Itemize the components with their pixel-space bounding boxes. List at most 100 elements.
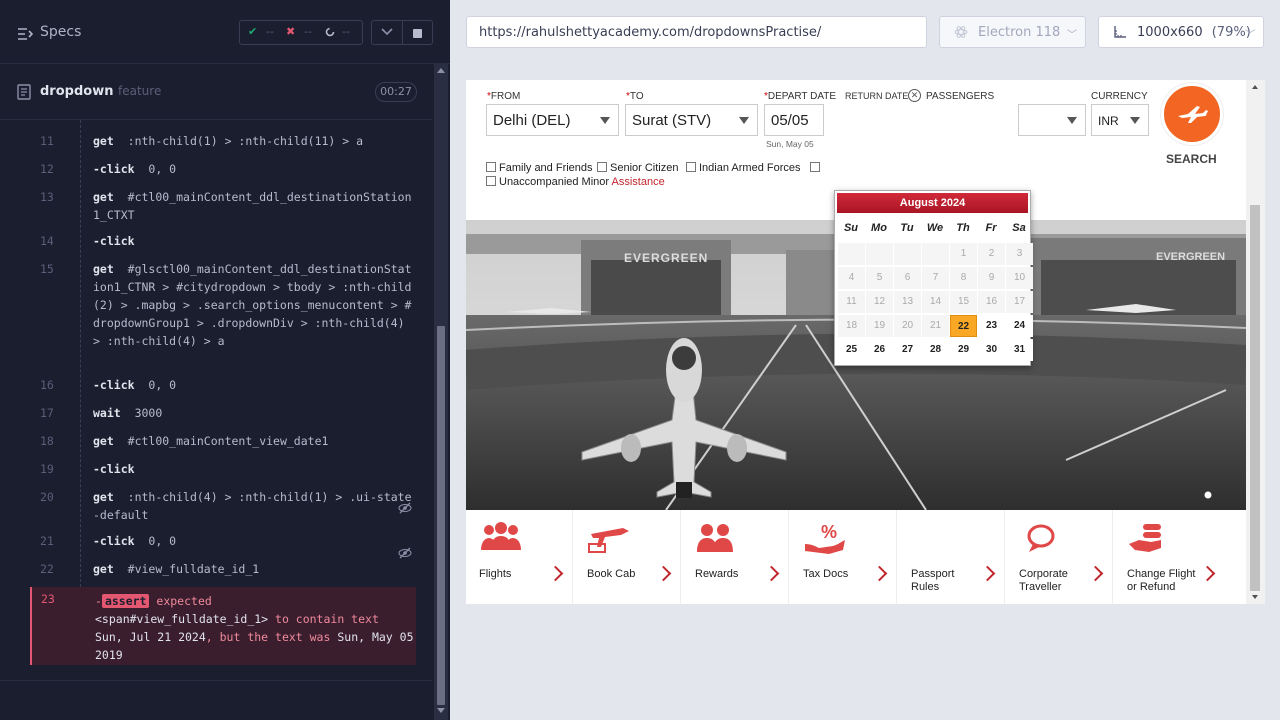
day-cell[interactable]: 31 — [1006, 339, 1033, 361]
service-corporate-traveller[interactable]: Corporate Traveller — [1006, 510, 1113, 604]
service-label: Corporate Traveller — [1019, 568, 1068, 593]
service-passport-rules[interactable]: Passport Rules — [898, 510, 1005, 604]
test-feature: feature — [118, 84, 162, 98]
scroll-up-arrow[interactable] — [437, 68, 445, 73]
command-row-failed-assert[interactable]: 23 - assert expected <span#view_fulldate_i… — [30, 587, 416, 665]
command-number: 17 — [40, 406, 54, 420]
runner-footer — [0, 680, 432, 720]
checkbox-family-friends[interactable]: Family and Friends — [486, 162, 593, 174]
stop-button[interactable] — [403, 20, 433, 45]
day-cell[interactable]: 27 — [894, 339, 921, 361]
checkbox-armed-forces[interactable]: Indian Armed Forces — [686, 162, 801, 174]
day-cell[interactable]: 28 — [922, 339, 949, 361]
toggle-auto-scroll-button[interactable] — [371, 20, 403, 45]
day-cell[interactable]: 29 — [950, 339, 977, 361]
empty-day-cell — [838, 243, 865, 265]
search-button[interactable] — [1161, 83, 1223, 145]
chevron-down-icon — [739, 117, 749, 124]
checkbox-box[interactable] — [810, 162, 820, 172]
currency-label: CURRENCY — [1091, 91, 1148, 102]
page-scroll-down-arrow[interactable] — [1252, 595, 1258, 599]
command-log-rail — [80, 120, 81, 587]
command-log-scroll-thumb[interactable] — [437, 326, 445, 705]
command-number: 18 — [40, 434, 54, 448]
depart-date-input[interactable]: 05/05 — [764, 104, 824, 136]
day-cell-disabled: 10 — [1006, 267, 1033, 289]
command-text: -click 0, 0 — [93, 378, 177, 392]
day-cell-disabled: 11 — [838, 291, 865, 313]
page-scroll-thumb[interactable] — [1250, 205, 1260, 591]
app-iframe: *FROM *TO *DEPART DATE RETURN DATE ✕ PAS… — [466, 80, 1265, 604]
chevron-down-icon — [600, 117, 610, 124]
weekday-header: Th — [956, 222, 970, 234]
aut-panel: https://rahulshettyacademy.com/dropdowns… — [450, 0, 1280, 720]
day-cell-disabled: 8 — [950, 267, 977, 289]
empty-day-cell — [894, 243, 921, 265]
pending-icon — [325, 25, 335, 40]
services-strip: Flights Book Cab Rewards % Tax Docs Pass… — [466, 510, 1246, 604]
service-flights[interactable]: Flights — [466, 510, 573, 604]
command-text: get #ctl00_mainContent_view_date1 — [93, 434, 329, 448]
test-title: dropdown feature — [40, 84, 162, 99]
depart-date-subtext: Sun, May 05 — [766, 139, 814, 149]
specs-menu-icon[interactable] — [17, 26, 34, 45]
specs-label[interactable]: Specs — [40, 24, 81, 40]
checkbox-box[interactable] — [597, 162, 607, 172]
return-date-label: RETURN DATE — [845, 91, 909, 101]
checkbox-unaccompanied-minor[interactable]: Unaccompanied Minor Assistance — [486, 176, 665, 188]
failed-count: -- — [304, 25, 312, 38]
service-tax-docs[interactable]: % Tax Docs — [790, 510, 897, 604]
url-bar[interactable]: https://rahulshettyacademy.com/dropdowns… — [466, 16, 927, 48]
checkbox-box[interactable] — [686, 162, 696, 172]
day-cell-disabled: 3 — [1006, 243, 1033, 265]
browser-selector[interactable]: Electron 118 ﹀ — [939, 16, 1086, 48]
day-cell-disabled: 9 — [978, 267, 1005, 289]
browser-name: Electron 118 — [978, 25, 1061, 40]
checkbox-senior-citizen[interactable]: Senior Citizen — [597, 162, 678, 174]
service-rewards[interactable]: Rewards — [682, 510, 789, 604]
electron-icon — [954, 25, 968, 43]
checkbox-box[interactable] — [486, 176, 496, 186]
passengers-dropdown[interactable] — [1018, 104, 1086, 136]
command-text: get :nth-child(1) > :nth-child(11) > a — [93, 134, 364, 148]
day-cell[interactable]: 24 — [1006, 315, 1033, 337]
day-cell[interactable]: 26 — [866, 339, 893, 361]
chevron-right-icon — [1199, 565, 1216, 582]
service-book-cab[interactable]: Book Cab — [574, 510, 681, 604]
day-cell[interactable]: 30 — [978, 339, 1005, 361]
from-dropdown[interactable]: Delhi (DEL) — [486, 104, 619, 136]
day-cell-disabled: 5 — [866, 267, 893, 289]
service-label: Flights — [479, 568, 512, 580]
viewport-selector[interactable]: 1000x660 (79%) ﹀ — [1098, 16, 1264, 48]
chevron-right-icon — [979, 565, 996, 582]
passed-icon: ✔ — [248, 25, 258, 38]
spec-header: Specs ✔ -- ✖ -- -- — [0, 0, 450, 64]
day-cell-disabled: 14 — [922, 291, 949, 313]
close-return-date-icon[interactable]: ✕ — [908, 89, 921, 102]
day-cell-selected[interactable]: 22 — [950, 315, 977, 337]
svg-text:%: % — [821, 522, 837, 542]
to-dropdown[interactable]: Surat (STV) — [625, 104, 758, 136]
service-change-flight[interactable]: Change Flight or Refund — [1114, 510, 1221, 604]
checkbox-box[interactable] — [486, 162, 496, 172]
weekday-header: Fr — [985, 222, 997, 234]
command-number: 13 — [40, 190, 54, 204]
datepicker: August 2024 Su Mo Tu We Th Fr Sa 1 2 3 4 5 6 7 8 9 10 11 1… — [834, 190, 1033, 366]
checkbox-student[interactable] — [810, 162, 823, 174]
stop-icon — [413, 29, 422, 38]
test-header[interactable]: dropdown feature 00:27 — [0, 64, 432, 120]
viewport-size: 1000x660 — [1137, 25, 1203, 40]
scroll-down-arrow[interactable] — [437, 708, 445, 713]
day-cell[interactable]: 25 — [838, 339, 865, 361]
page-scroll-up-arrow[interactable] — [1252, 85, 1258, 89]
assistance-link[interactable]: Assistance — [612, 176, 665, 188]
rewards-icon — [697, 524, 733, 552]
assert-badge: assert — [101, 594, 150, 608]
cab-icon — [588, 528, 629, 553]
day-cell[interactable]: 23 — [978, 315, 1005, 337]
currency-dropdown[interactable]: INR — [1091, 104, 1149, 136]
chevron-right-icon — [763, 565, 780, 582]
service-label: Rewards — [695, 568, 739, 580]
command-text: -click 0, 0 — [93, 162, 177, 176]
empty-day-cell — [922, 243, 949, 265]
